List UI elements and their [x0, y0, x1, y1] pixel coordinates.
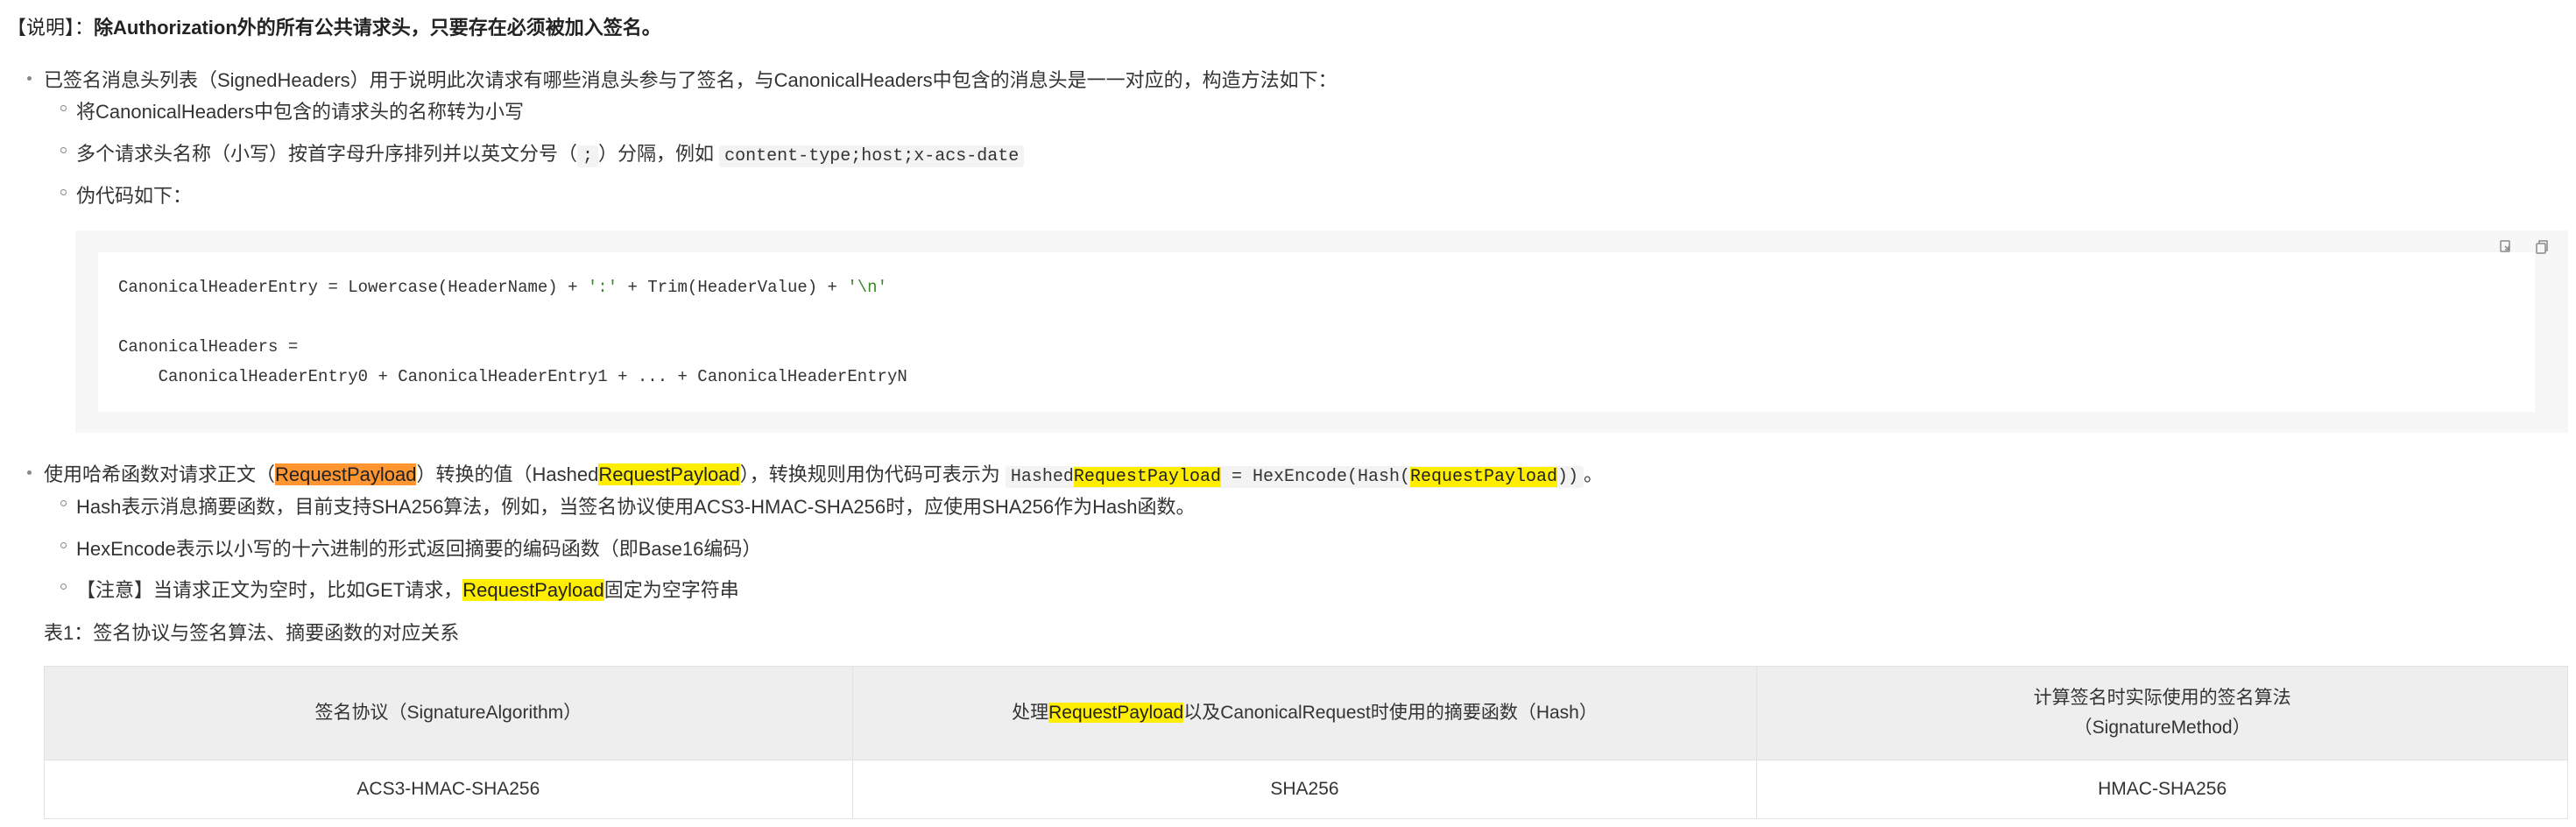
list-item-sort: 多个请求头名称（小写）按首字母升序排列并以英文分号（; ）分隔，例如 conten…: [60, 138, 1025, 167]
table-row: ACS3-HMAC-SHA256 SHA256 HMAC-SHA256: [44, 760, 2568, 819]
header-hash-a: 处理: [1012, 703, 1049, 723]
semicolon-code: ;: [577, 145, 599, 167]
code-line-1: CanonicalHeaderEntry = Lowercase(HeaderN…: [118, 278, 887, 297]
list-item-empty-payload: 【注意】当请求正文为空时，比如GET请求，RequestPayload固定为空字…: [60, 575, 739, 603]
code-end: )): [1557, 467, 1579, 487]
cell-protocol: ACS3-HMAC-SHA256: [44, 760, 853, 819]
header-hash: 处理RequestPayload以及CanonicalRequest时使用的摘要…: [851, 666, 1758, 760]
cell-method: HMAC-SHA256: [1756, 760, 2568, 819]
payload-pseudo-code: HashedRequestPayload = HexEncode(Hash(Re…: [1005, 466, 1584, 488]
header-method-line2: （SignatureMethod）: [2073, 717, 2251, 738]
payload-intro: 使用哈希函数对请求正文（RequestPayload）转换的值（HashedRe…: [26, 459, 1604, 488]
header-method-line1: 计算签名时实际使用的签名算法: [2033, 688, 2291, 708]
sort-example-code: content-type;host;x-acs-date: [719, 145, 1025, 167]
request-payload-highlight-current: RequestPayload: [275, 463, 417, 485]
code-request-payload: RequestPayload: [1073, 467, 1221, 487]
code-string-newline: '\n': [847, 278, 887, 297]
note-text: 除Authorization外的所有公共请求头，只要存在必须被加入签名。: [94, 17, 661, 39]
copy-icon[interactable]: [2489, 235, 2524, 259]
code-line-1-part-a: CanonicalHeaderEntry = Lowercase(HeaderN…: [118, 278, 588, 297]
empty-payload-a: 【注意】当请求正文为空时，比如GET请求，: [76, 579, 463, 601]
code-request-payload-arg: RequestPayload: [1410, 467, 1558, 487]
table-header-row: 签名协议（SignatureAlgorithm） 处理RequestPayloa…: [44, 666, 2568, 760]
sort-text-prefix: 多个请求头名称（小写）按首字母升序排列并以英文分号（: [76, 143, 578, 165]
payload-intro-a: 使用哈希函数对请求正文（: [44, 463, 276, 485]
list-item-hexencode: HexEncode表示以小写的十六进制的形式返回摘要的编码函数（即Base16编…: [60, 534, 761, 562]
header-hash-highlight: RequestPayload: [1048, 703, 1184, 723]
payload-intro-c: ），转换规则用伪代码可表示为: [739, 463, 1000, 485]
cell-hash: SHA256: [851, 760, 1758, 819]
list-item-pseudo: 伪代码如下：: [60, 180, 192, 209]
clipboard-icon[interactable]: [2524, 235, 2559, 259]
empty-payload-highlight: RequestPayload: [462, 579, 604, 601]
code-block-body: [98, 252, 2535, 412]
signed-headers-intro: 已签名消息头列表（SignedHeaders）用于说明此次请求有哪些消息头参与了…: [27, 65, 1337, 93]
payload-intro-b: ）转换的值（Hashed: [416, 463, 599, 485]
code-line-2: CanonicalHeaders =: [118, 337, 299, 357]
table-caption: 表1：签名协议与签名算法、摘要函数的对应关系: [44, 622, 460, 644]
code-string-colon: ':': [587, 278, 618, 297]
sort-text-suffix: ）分隔，例如: [598, 143, 715, 165]
empty-payload-b: 固定为空字符串: [603, 579, 739, 601]
list-item-hash: Hash表示消息摘要函数，目前支持SHA256算法，例如，当签名协议使用ACS3…: [60, 491, 1195, 520]
note-prefix: 【说明】：: [7, 17, 95, 39]
code-line-3: CanonicalHeaderEntry0 + CanonicalHeaderE…: [118, 367, 907, 386]
code-hashed: Hashed: [1010, 467, 1074, 487]
header-hash-b: 以及CanonicalRequest时使用的摘要函数（Hash）: [1183, 703, 1598, 723]
header-signature-method: 计算签名时实际使用的签名算法 （SignatureMethod）: [1756, 666, 2568, 760]
header-signature-algorithm: 签名协议（SignatureAlgorithm）: [44, 666, 853, 760]
signature-note: 【说明】：除Authorization外的所有公共请求头，只要存在必须被加入签名…: [7, 12, 661, 40]
code-eq: = HexEncode(Hash(: [1220, 467, 1410, 487]
request-payload-highlight: RequestPayload: [598, 463, 740, 485]
code-line-1-part-b: + Trim(HeaderValue) +: [618, 278, 848, 297]
list-item-lowercase: 将CanonicalHeaders中包含的请求头的名称转为小写: [60, 96, 524, 124]
signature-table: 签名协议（SignatureAlgorithm） 处理RequestPayloa…: [44, 666, 2568, 819]
payload-period: 。: [1584, 463, 1604, 485]
